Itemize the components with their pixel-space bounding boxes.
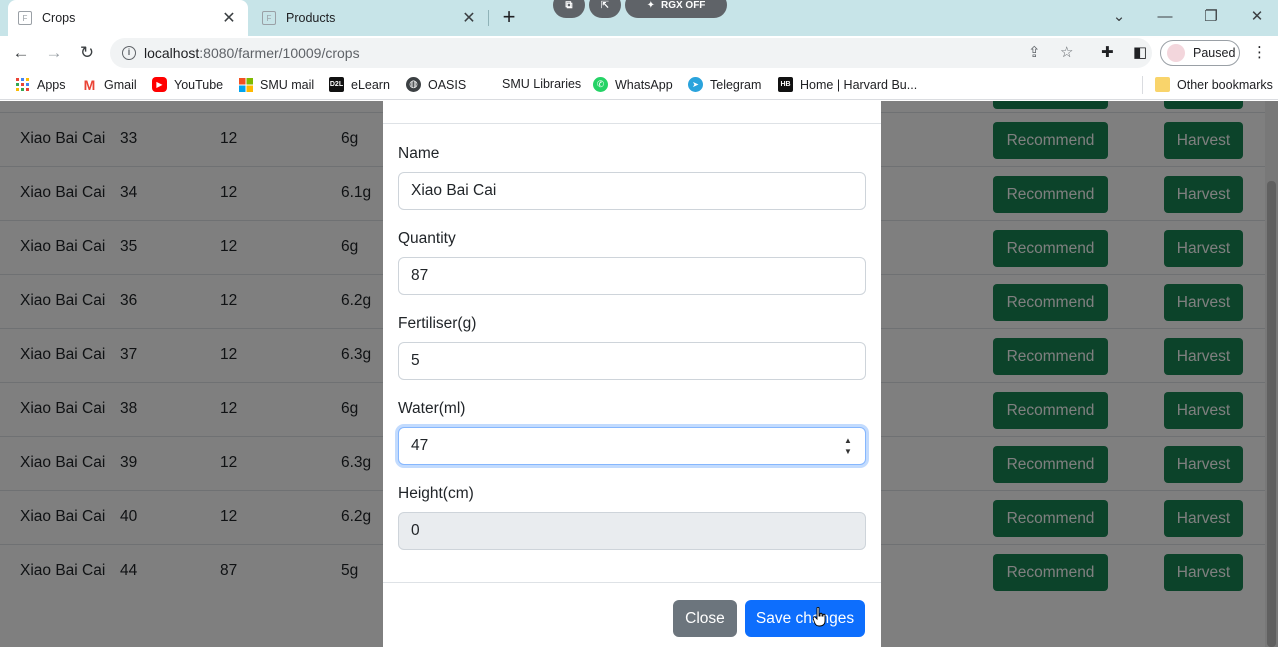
profile-button[interactable]: Paused bbox=[1160, 40, 1240, 66]
minimize-icon[interactable]: — bbox=[1153, 6, 1177, 28]
height-label: Height(cm) bbox=[398, 485, 474, 502]
bookmark-label: SMU Libraries bbox=[502, 77, 582, 91]
save-changes-button[interactable]: Save changes bbox=[745, 600, 865, 637]
extensions-puzzle-icon[interactable]: ✚ bbox=[1101, 43, 1114, 61]
bookmark-label: Telegram bbox=[710, 77, 762, 92]
apps-grid-icon bbox=[15, 77, 30, 92]
water-field[interactable]: 47 ▲ ▼ bbox=[398, 427, 866, 465]
hand-cursor-icon bbox=[813, 607, 826, 627]
bookmark-telegram[interactable]: ➤ Telegram bbox=[688, 77, 761, 92]
water-value: 47 bbox=[411, 437, 429, 454]
side-panel-icon[interactable]: ◧ bbox=[1133, 43, 1147, 61]
bookmark-label: YouTube bbox=[174, 77, 224, 92]
close-tab-icon[interactable]: ✕ bbox=[220, 8, 238, 28]
close-button[interactable]: Close bbox=[673, 600, 737, 637]
avatar bbox=[1167, 44, 1185, 62]
bookmark-harvard[interactable]: HB Home | Harvard Bu... bbox=[778, 77, 917, 92]
height-field[interactable]: 0 bbox=[398, 512, 866, 550]
quantity-field[interactable]: 87 bbox=[398, 257, 866, 295]
bookmark-label: Other bookmarks bbox=[1177, 77, 1273, 92]
name-field[interactable]: Xiao Bai Cai bbox=[398, 172, 866, 210]
forward-icon[interactable]: → bbox=[42, 41, 66, 65]
tab-strip: F Crops ✕ F Products ✕ + ⧉ ⇱ ✦ RGX OFF ⌄… bbox=[0, 0, 1278, 36]
bookmark-gmail[interactable]: M Gmail bbox=[82, 76, 137, 93]
youtube-icon: ▶ bbox=[152, 77, 167, 92]
bookmark-elearn[interactable]: D2L eLearn bbox=[329, 77, 390, 92]
bookmark-label: Home | Harvard Bu... bbox=[800, 77, 918, 92]
tab-title: Crops bbox=[42, 11, 76, 25]
tab-search-icon[interactable]: ⌄ bbox=[1107, 6, 1131, 28]
share-icon[interactable]: ⇪ bbox=[1028, 43, 1041, 61]
bookmark-other[interactable]: Other bookmarks bbox=[1155, 77, 1273, 92]
bookmark-label: SMU mail bbox=[260, 77, 315, 92]
name-label: Name bbox=[398, 145, 440, 162]
folder-icon bbox=[1155, 77, 1170, 92]
page-favicon-icon: F bbox=[262, 11, 276, 25]
rgx-label: RGX OFF bbox=[660, 0, 706, 11]
gmail-icon: M bbox=[83, 76, 96, 93]
address-bar[interactable]: i localhost:8080/farmer/10009/crops ⇪ ☆ bbox=[110, 38, 1152, 68]
globe-icon: ◍ bbox=[406, 77, 421, 92]
screen-capture-extension-icon[interactable]: ⇱ bbox=[589, 0, 621, 18]
quantity-label: Quantity bbox=[398, 230, 456, 247]
page-favicon-icon: F bbox=[18, 11, 32, 25]
whatsapp-icon: ✆ bbox=[593, 77, 608, 92]
menu-kebab-icon[interactable]: ⋮ bbox=[1252, 43, 1267, 61]
tab-crops[interactable]: F Crops ✕ bbox=[8, 0, 248, 36]
microsoft-icon bbox=[238, 77, 253, 92]
screen-share-extension-icon[interactable]: ⧉ bbox=[553, 0, 585, 18]
new-tab-button[interactable]: + bbox=[498, 6, 520, 28]
rgx-toggle-button[interactable]: ✦ RGX OFF bbox=[625, 0, 727, 18]
d2l-icon: D2L bbox=[329, 77, 344, 92]
bookmark-apps[interactable]: Apps bbox=[15, 77, 66, 92]
bookmark-label: eLearn bbox=[351, 77, 390, 92]
page-content: Xiao Bai Cai33126gRecommendHarvestXiao B… bbox=[0, 101, 1278, 647]
bookmark-label: WhatsApp bbox=[615, 77, 673, 92]
profile-status: Paused bbox=[1193, 46, 1236, 60]
bookmark-label: Apps bbox=[37, 77, 66, 92]
bookmark-label: OASIS bbox=[428, 77, 467, 92]
tab-divider bbox=[488, 10, 489, 26]
bookmark-whatsapp[interactable]: ✆ WhatsApp bbox=[593, 77, 673, 92]
bookmark-star-icon[interactable]: ☆ bbox=[1060, 43, 1073, 61]
fertiliser-field[interactable]: 5 bbox=[398, 342, 866, 380]
close-window-icon[interactable]: ✕ bbox=[1245, 6, 1269, 28]
fertiliser-label: Fertiliser(g) bbox=[398, 315, 477, 332]
bookmark-label: Gmail bbox=[104, 77, 137, 92]
bookmark-smu-libraries[interactable]: SMU Libraries bbox=[502, 77, 581, 91]
sparkle-icon: ✦ bbox=[646, 0, 655, 11]
water-label: Water(ml) bbox=[398, 400, 466, 417]
bookmark-separator bbox=[1142, 76, 1143, 94]
edit-crop-modal: Name Xiao Bai Cai Quantity 87 Fertiliser… bbox=[383, 101, 881, 647]
restore-icon[interactable]: ❐ bbox=[1199, 6, 1223, 28]
modal-footer-divider bbox=[383, 582, 881, 583]
number-spinner-icon[interactable]: ▲ ▼ bbox=[843, 435, 853, 457]
bookmark-smu-mail[interactable]: SMU mail bbox=[238, 77, 314, 92]
tab-products[interactable]: F Products ✕ bbox=[252, 0, 488, 36]
telegram-icon: ➤ bbox=[688, 77, 703, 92]
bookmarks-bar: Apps M Gmail ▶ YouTube SMU mail D2L eLea… bbox=[0, 70, 1278, 100]
hbr-icon: HB bbox=[778, 77, 793, 92]
browser-toolbar: ← → ↻ i localhost:8080/farmer/10009/crop… bbox=[0, 36, 1278, 70]
site-info-icon[interactable]: i bbox=[122, 46, 136, 60]
reload-icon[interactable]: ↻ bbox=[75, 41, 99, 65]
tab-title: Products bbox=[286, 11, 336, 25]
bookmark-youtube[interactable]: ▶ YouTube bbox=[152, 77, 223, 92]
bookmark-oasis[interactable]: ◍ OASIS bbox=[406, 77, 466, 92]
back-icon[interactable]: ← bbox=[9, 41, 33, 65]
modal-header-divider bbox=[383, 123, 881, 124]
url-path: :8080/farmer/10009/crops bbox=[199, 45, 360, 61]
close-tab-icon[interactable]: ✕ bbox=[460, 8, 478, 28]
url-host: localhost bbox=[144, 45, 200, 61]
